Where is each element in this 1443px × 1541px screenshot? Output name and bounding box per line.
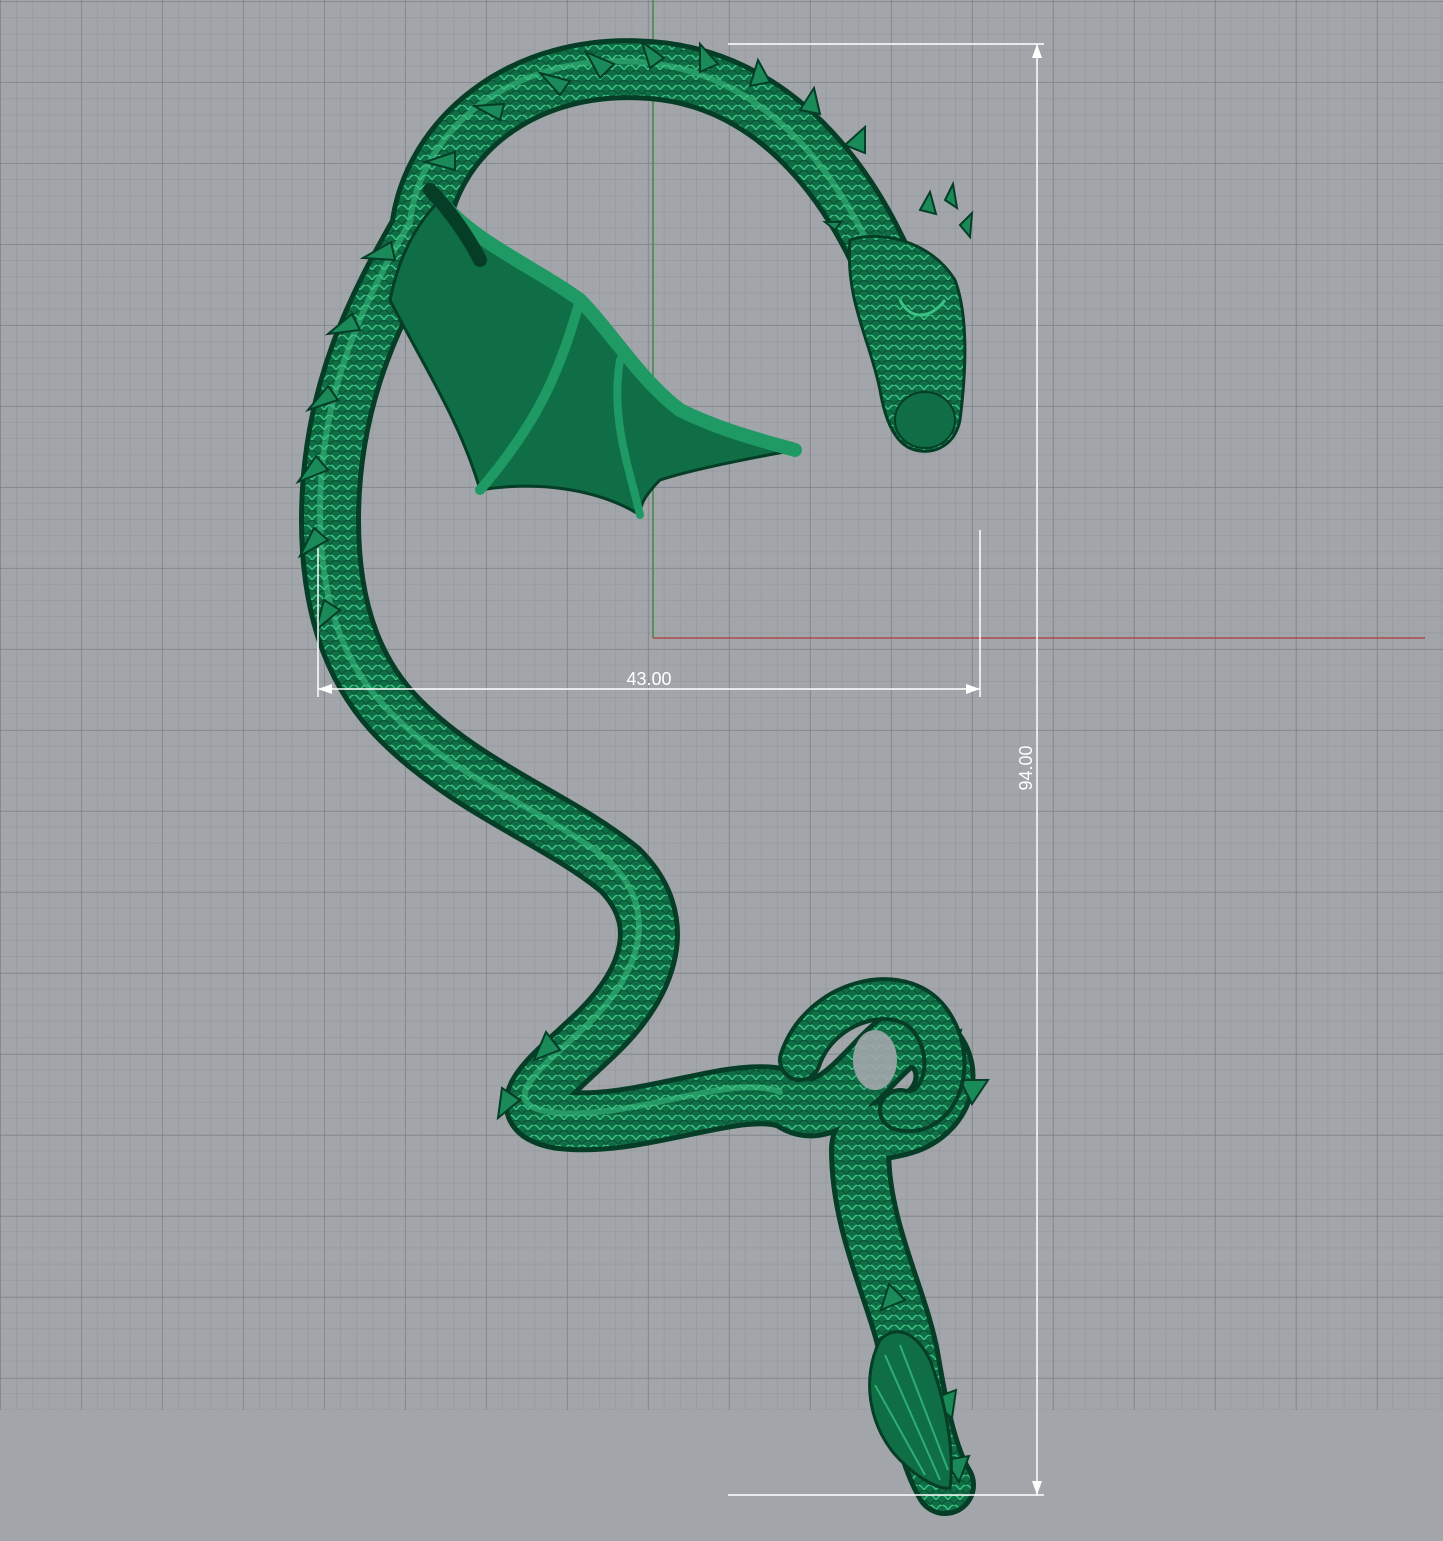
- height-dimension-label: 94.00: [1016, 745, 1036, 790]
- dragon-wing: [388, 183, 802, 519]
- viewport-canvas: 43.00 94.00: [295, 0, 1425, 1516]
- width-dimension[interactable]: 43.00: [317, 530, 981, 697]
- width-dimension-label: 43.00: [626, 669, 671, 689]
- 3d-viewport[interactable]: 43.00 94.00: [0, 0, 1443, 1541]
- dragon-model[interactable]: [295, 38, 990, 1516]
